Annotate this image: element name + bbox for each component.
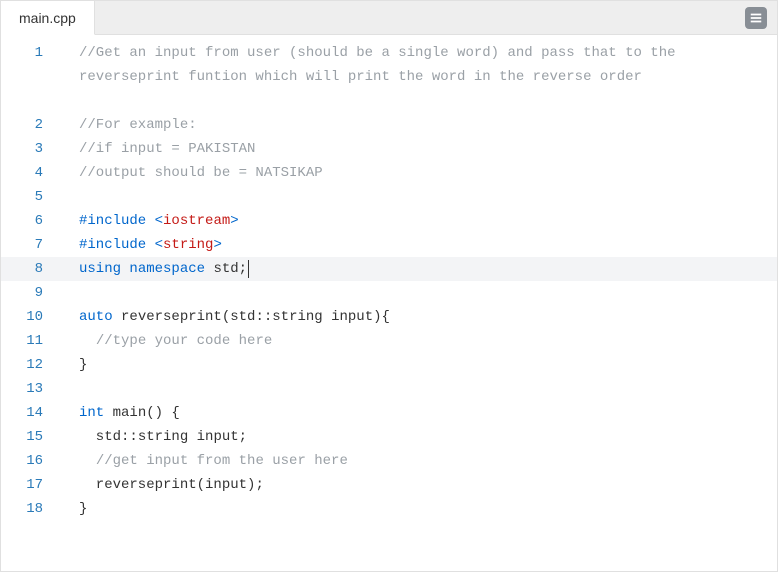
line-number: 11 <box>1 329 61 353</box>
tab-label: main.cpp <box>19 10 76 26</box>
line-number: 1 <box>1 41 61 113</box>
tab-bar: main.cpp <box>1 1 777 35</box>
line-number: 17 <box>1 473 61 497</box>
code-line[interactable] <box>61 377 777 401</box>
line-number: 13 <box>1 377 61 401</box>
text-cursor <box>248 260 249 278</box>
line-gutter: 123456789101112131415161718 <box>1 35 61 571</box>
line-number: 2 <box>1 113 61 137</box>
line-number: 7 <box>1 233 61 257</box>
line-number: 8 <box>1 257 61 281</box>
line-number: 5 <box>1 185 61 209</box>
code-line[interactable] <box>61 281 777 305</box>
code-line[interactable]: } <box>61 353 777 377</box>
code-line[interactable]: //get input from the user here <box>61 449 777 473</box>
line-number: 9 <box>1 281 61 305</box>
code-line[interactable]: using namespace std; <box>61 257 777 281</box>
code-line[interactable]: //type your code here <box>61 329 777 353</box>
line-number: 18 <box>1 497 61 521</box>
line-number: 12 <box>1 353 61 377</box>
line-number: 15 <box>1 425 61 449</box>
hamburger-icon <box>749 11 763 25</box>
line-number: 4 <box>1 161 61 185</box>
code-line[interactable]: //For example: <box>61 113 777 137</box>
editor-container: main.cpp 123456789101112131415161718 //G… <box>0 0 778 572</box>
code-line[interactable]: #include <string> <box>61 233 777 257</box>
file-tab-main-cpp[interactable]: main.cpp <box>1 1 95 35</box>
code-content[interactable]: //Get an input from user (should be a si… <box>61 35 777 571</box>
code-line[interactable]: //Get an input from user (should be a si… <box>61 41 777 113</box>
code-line[interactable]: int main() { <box>61 401 777 425</box>
code-line[interactable]: //output should be = NATSIKAP <box>61 161 777 185</box>
code-area[interactable]: 123456789101112131415161718 //Get an inp… <box>1 35 777 571</box>
code-line[interactable] <box>61 185 777 209</box>
line-number: 3 <box>1 137 61 161</box>
code-line[interactable]: } <box>61 497 777 521</box>
line-number: 6 <box>1 209 61 233</box>
code-line[interactable]: reverseprint(input); <box>61 473 777 497</box>
line-number: 14 <box>1 401 61 425</box>
line-number: 16 <box>1 449 61 473</box>
code-line[interactable]: #include <iostream> <box>61 209 777 233</box>
code-line[interactable]: auto reverseprint(std::string input){ <box>61 305 777 329</box>
line-number: 10 <box>1 305 61 329</box>
code-line[interactable]: std::string input; <box>61 425 777 449</box>
menu-icon[interactable] <box>745 7 767 29</box>
code-line[interactable]: //if input = PAKISTAN <box>61 137 777 161</box>
